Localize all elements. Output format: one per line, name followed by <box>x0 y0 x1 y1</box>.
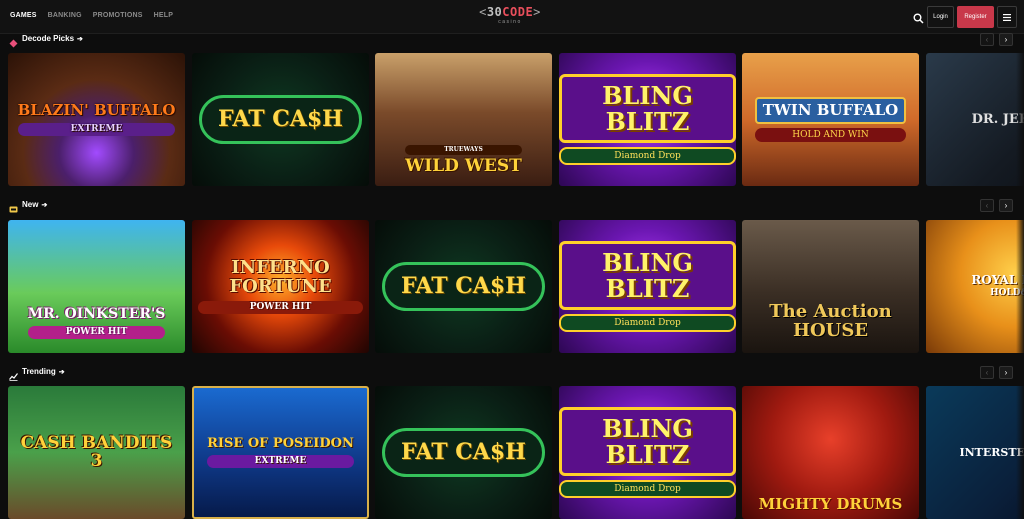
carousel-prev-button[interactable]: ‹ <box>980 199 994 212</box>
section-header-new: New ➔ ‹ › <box>8 199 1016 213</box>
trending-chart-icon <box>9 368 18 381</box>
game-subtitle: POWER HIT <box>27 325 166 339</box>
game-title: The Auction HOUSE <box>769 301 892 342</box>
section-title[interactable]: New ➔ <box>22 200 47 209</box>
game-title: WILD WEST <box>405 156 522 177</box>
section-header-trending: Trending ➔ ‹ › <box>8 366 1016 381</box>
game-subtitle: Diamond Drop <box>559 146 736 165</box>
nav-banking[interactable]: BANKING <box>48 12 82 19</box>
main-nav: GAMES BANKING PROMOTIONS HELP <box>10 12 173 19</box>
game-tile[interactable]: BLING BLITZ Diamond Drop <box>559 220 736 353</box>
arrow-right-icon: ➔ <box>77 36 83 43</box>
game-subtitle: Diamond Drop <box>559 313 736 332</box>
game-tile[interactable]: MR. OINKSTER'S POWER HIT <box>8 220 185 353</box>
game-tile[interactable]: RISE OF POSEIDON EXTREME <box>192 386 369 519</box>
game-subtitle: EXTREME <box>207 454 354 469</box>
game-row-new: MR. OINKSTER'S POWER HIT INFERNO FORTUNE P… <box>8 220 1024 353</box>
game-tile[interactable]: TRUEWAYS WILD WEST <box>375 53 552 186</box>
game-tile[interactable]: CASH BANDITS 3 <box>8 386 185 519</box>
logo-word: CODE <box>502 5 534 19</box>
carousel-next-button[interactable]: › <box>999 33 1013 46</box>
diamond-icon <box>9 35 18 48</box>
row-fade <box>1016 220 1024 353</box>
game-title: RISE OF POSEIDON <box>207 435 354 451</box>
game-title: BLAZIN' BUFFALO <box>17 100 176 119</box>
game-tile[interactable]: FAT CA$H <box>375 386 552 519</box>
arrow-right-icon: ➔ <box>58 369 65 376</box>
game-tile[interactable]: MIGHTY DRUMS <box>742 386 919 519</box>
nav-promotions[interactable]: PROMOTIONS <box>93 12 143 19</box>
section-title[interactable]: Decode Picks ➔ <box>22 34 83 43</box>
row-fade <box>1016 386 1024 519</box>
game-title: INFERNO FORTUNE <box>229 256 332 297</box>
game-title: INTERSTELLAR 7 <box>959 445 1024 459</box>
game-title: BLING BLITZ <box>559 241 736 310</box>
carousel-prev-button[interactable]: ‹ <box>980 366 994 379</box>
nav-games[interactable]: GAMES <box>10 12 37 19</box>
game-row-trending: CASH BANDITS 3 RISE OF POSEIDON EXTREME F… <box>8 386 1024 519</box>
game-tile[interactable]: INFERNO FORTUNE POWER HIT <box>192 220 369 353</box>
game-title: MR. OINKSTER'S <box>27 305 166 322</box>
game-tile[interactable]: ROYAL BELLHOLD&W <box>926 220 1024 353</box>
game-title: BLING BLITZ <box>559 74 736 143</box>
logo-subtitle: casino <box>498 19 522 25</box>
game-subtitle: POWER HIT <box>198 300 363 315</box>
game-tile[interactable]: FAT CA$H <box>192 53 369 186</box>
game-tile[interactable]: BLAZIN' BUFFALO EXTREME <box>8 53 185 186</box>
carousel-next-button[interactable]: › <box>999 366 1013 379</box>
game-tile[interactable]: FAT CA$H <box>375 220 552 353</box>
carousel-prev-button[interactable]: ‹ <box>980 33 994 46</box>
logo-bracket-right: > <box>533 5 541 19</box>
game-tile[interactable]: BLING BLITZ Diamond Drop <box>559 386 736 519</box>
section-title-text: Decode Picks <box>22 34 75 43</box>
row-fade <box>1016 53 1024 186</box>
game-tile[interactable]: BLING BLITZ Diamond Drop <box>559 53 736 186</box>
section-title-text: Trending <box>22 367 56 376</box>
game-subtitle: Diamond Drop <box>559 479 736 498</box>
new-badge-icon <box>9 201 18 213</box>
game-subtitle: EXTREME <box>17 122 176 137</box>
game-subtitle: TRUEWAYS <box>405 144 522 156</box>
section-title-text: New <box>22 200 39 209</box>
game-title: TWIN BUFFALO <box>754 96 907 125</box>
game-tile[interactable]: DR. JEKYLL <box>926 53 1024 186</box>
nav-help[interactable]: HELP <box>154 12 173 19</box>
game-tile[interactable]: TWIN BUFFALO HOLD AND WIN <box>742 53 919 186</box>
top-header: GAMES BANKING PROMOTIONS HELP < 30 CODE … <box>0 0 1024 34</box>
register-button[interactable]: Register <box>957 6 994 28</box>
game-tile[interactable]: INTERSTELLAR 7 <box>926 386 1024 519</box>
hamburger-menu-icon[interactable] <box>997 6 1017 28</box>
arrow-right-icon: ➔ <box>41 202 48 209</box>
logo-bracket-left: < <box>479 5 487 19</box>
section-title[interactable]: Trending ➔ <box>22 367 65 376</box>
game-row-decode-picks: BLAZIN' BUFFALO EXTREME FAT CA$H TRUEWAYS… <box>8 53 1024 186</box>
game-title: FAT CA$H <box>199 94 362 145</box>
search-icon[interactable] <box>913 11 924 24</box>
game-subtitle: HOLD AND WIN <box>754 128 907 143</box>
game-title: BLING BLITZ <box>559 407 736 476</box>
section-header-decode-picks: Decode Picks ➔ ‹ › <box>8 33 1016 48</box>
carousel-next-button[interactable]: › <box>999 199 1013 212</box>
game-title: CASH BANDITS 3 <box>20 432 173 471</box>
game-title: FAT CA$H <box>382 427 545 478</box>
site-logo[interactable]: < 30 CODE > casino <box>469 6 551 28</box>
game-title: FAT CA$H <box>382 261 545 312</box>
game-tile[interactable]: The Auction HOUSE <box>742 220 919 353</box>
logo-number: 30 <box>486 5 503 19</box>
login-button[interactable]: Login <box>927 6 954 28</box>
